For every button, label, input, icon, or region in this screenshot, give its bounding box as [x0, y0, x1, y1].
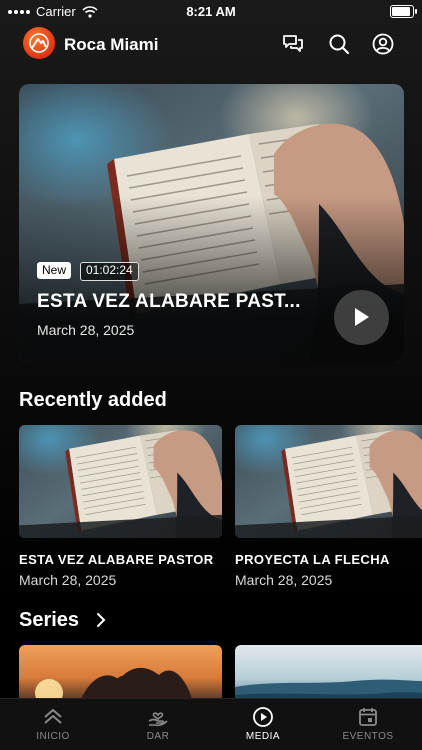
status-time: 8:21 AM [186, 4, 236, 19]
chat-icon[interactable] [281, 32, 305, 56]
tab-label: MEDIA [245, 731, 281, 742]
status-bar: Carrier 8:21 AM [0, 0, 422, 22]
tab-eventos[interactable]: EVENTOS [328, 706, 408, 742]
profile-icon[interactable] [371, 32, 395, 56]
tab-bar: INICIO DAR MEDIA EVENTOS [0, 698, 422, 750]
media-title: PROYECTA LA FLECHA [235, 552, 390, 567]
tab-inicio[interactable]: INICIO [13, 706, 93, 742]
featured-date: March 28, 2025 [37, 322, 135, 338]
tab-label: EVENTOS [342, 731, 394, 742]
featured-media-card[interactable]: New 01:02:24 ESTA VEZ ALABARE PAST... Ma… [19, 84, 404, 363]
search-icon[interactable] [327, 32, 351, 56]
media-card[interactable]: PROYECTA LA FLECHA March 28, 2025 [234, 409, 422, 588]
tab-media[interactable]: MEDIA [223, 706, 303, 742]
tab-label: INICIO [36, 731, 70, 742]
series-card[interactable] [235, 645, 422, 705]
media-title: ESTA VEZ ALABARE PASTOR [19, 552, 214, 567]
play-button[interactable] [334, 290, 389, 345]
media-thumbnail [18, 409, 223, 557]
series-heading[interactable]: Series [19, 609, 79, 632]
play-icon [355, 308, 369, 326]
tab-dar[interactable]: DAR [118, 706, 198, 742]
featured-title: ESTA VEZ ALABARE PAST... [37, 291, 301, 312]
calendar-icon [359, 708, 377, 726]
home-chevrons-icon [44, 709, 62, 724]
tab-label: DAR [146, 731, 170, 742]
give-hand-icon [148, 712, 168, 727]
series-card[interactable] [19, 645, 222, 705]
play-circle-icon [253, 707, 273, 727]
battery-icon [390, 5, 417, 18]
brand-name: Roca Miami [64, 35, 159, 54]
recently-added-heading: Recently added [19, 389, 167, 411]
new-badge: New [37, 262, 72, 279]
media-screen: Carrier 8:21 AM Roca Miami New 01:02:24 … [0, 0, 422, 750]
roca-logo-icon[interactable] [23, 27, 55, 59]
media-thumbnail [234, 409, 422, 557]
media-card[interactable]: ESTA VEZ ALABARE PASTOR March 28, 2025 [18, 409, 223, 588]
series-thumbnail [35, 667, 194, 705]
series-thumbnail [235, 679, 422, 705]
media-date: March 28, 2025 [235, 572, 333, 588]
duration-badge: 01:02:24 [80, 262, 139, 281]
media-date: March 28, 2025 [19, 572, 117, 588]
app-header: Roca Miami [0, 26, 422, 62]
chevron-right-icon[interactable] [95, 612, 107, 628]
